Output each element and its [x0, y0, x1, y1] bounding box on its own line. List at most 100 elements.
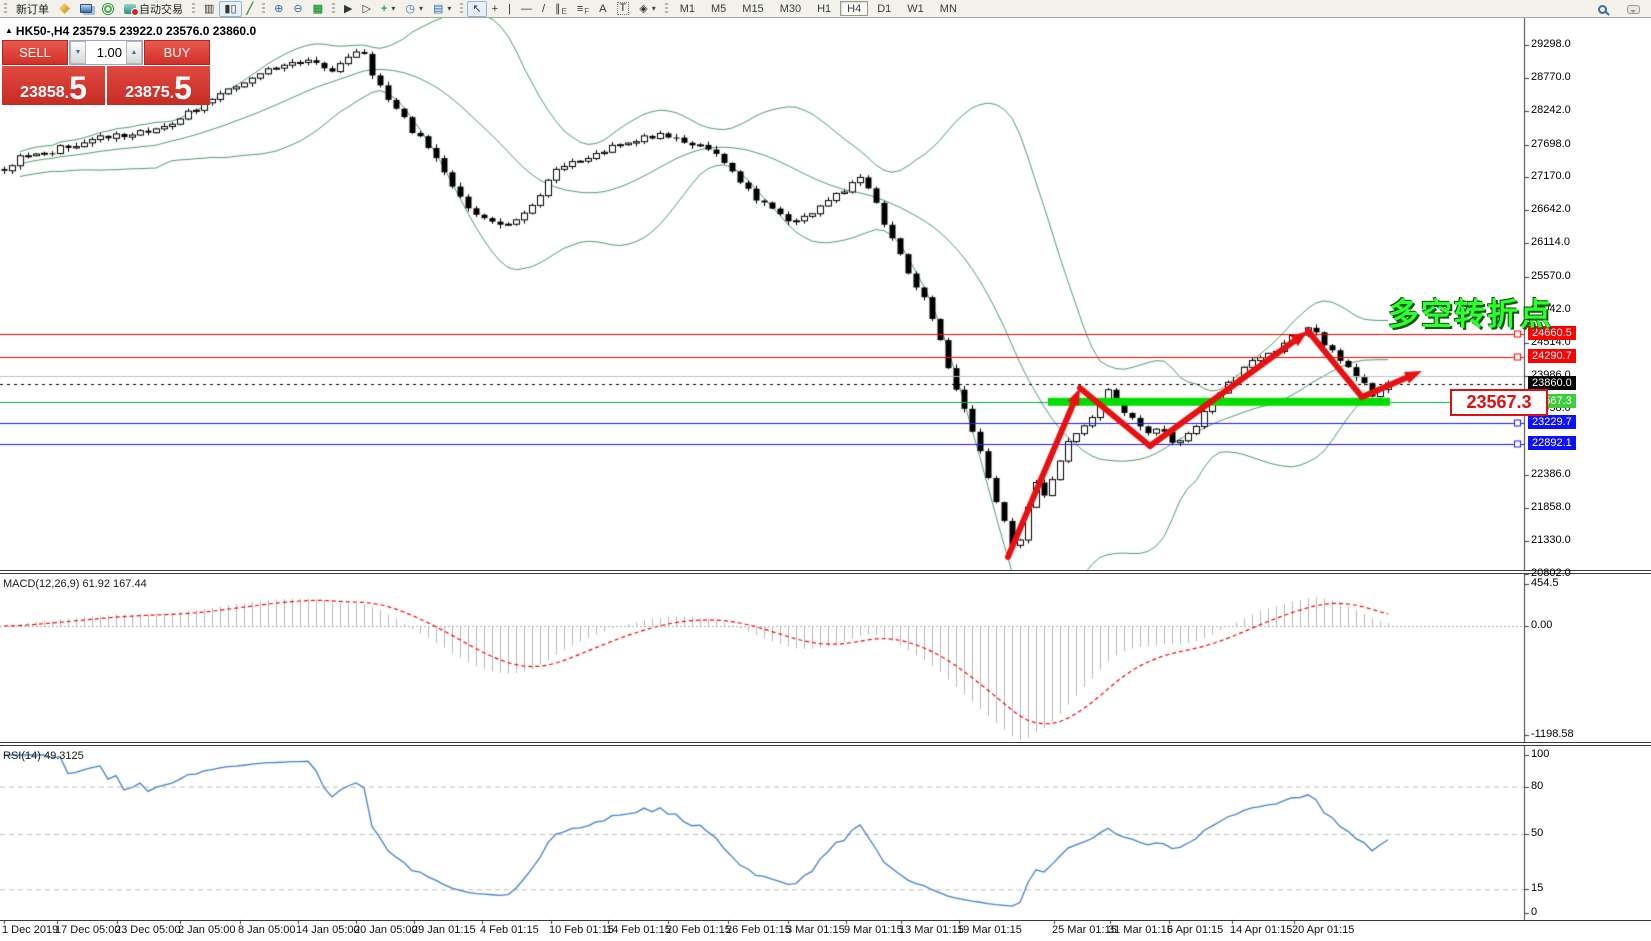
auto-scroll-button[interactable]: ▶ [339, 1, 357, 17]
timeframe-w1[interactable]: W1 [900, 1, 931, 16]
search-button[interactable] [1593, 1, 1612, 17]
volume-decrease-button[interactable]: ▼ [70, 41, 86, 64]
horizontal-line-button[interactable]: — [516, 1, 537, 17]
toolbar-group: ▥▮▯╱ [199, 0, 258, 17]
cursor-icon: ↖ [472, 2, 481, 16]
price-tick: 26642.0 [1531, 203, 1571, 215]
rsi-tick: 80 [1531, 780, 1543, 792]
macd-tick: -1198.58 [1531, 728, 1574, 740]
date-label: 31 Mar 01:15 [1108, 924, 1173, 936]
buy-price[interactable]: 23875.5 [107, 66, 210, 105]
toolbar-grip [192, 3, 195, 15]
chat-button[interactable] [1622, 1, 1645, 17]
chart-canvas[interactable] [0, 0, 1651, 941]
periods-button[interactable]: ◷▾ [400, 1, 428, 17]
rsi-tick: 15 [1531, 882, 1543, 894]
candlestick-chart-button[interactable]: ▮▯ [219, 1, 241, 17]
zoom-out-button[interactable]: ⊖ [288, 1, 307, 17]
volume-stepper[interactable]: ▼ 1.00 ▲ [69, 40, 143, 65]
date-label: 20 Apr 01:15 [1292, 924, 1354, 936]
chevron-down-icon[interactable]: ▾ [391, 4, 395, 13]
chart-shift-icon: ▷ [362, 2, 370, 16]
shapes-button[interactable]: ◈▾ [634, 1, 660, 17]
buy-price-int: 23875 [125, 83, 170, 103]
macd-rsi-separator[interactable] [0, 742, 1651, 746]
price-tick: 21330.0 [1531, 534, 1571, 546]
metaeditor-icon [59, 3, 70, 14]
toolbar-grip [665, 3, 668, 15]
autotrading-icon [124, 4, 136, 14]
autotrading-button-label: 自动交易 [139, 1, 183, 17]
annotation-text[interactable]: 多空转折点 [1388, 289, 1553, 334]
text-label-button[interactable]: T [612, 1, 635, 17]
tile-windows-icon: ▦ [313, 2, 323, 16]
timeframe-m30[interactable]: M30 [773, 1, 808, 16]
signals-button[interactable] [97, 1, 119, 17]
date-label: 6 Apr 01:15 [1167, 924, 1223, 936]
chevron-down-icon[interactable]: ▾ [652, 4, 656, 13]
timeframe-m5[interactable]: M5 [704, 1, 733, 16]
date-label: 17 Dec 05:00 [55, 924, 120, 936]
trendline-button[interactable]: / [537, 1, 550, 17]
templates-button[interactable]: ▤▾ [428, 1, 456, 17]
volume-value[interactable]: 1.00 [86, 41, 126, 64]
chevron-down-icon[interactable]: ▾ [419, 4, 423, 13]
date-label: 9 Mar 01:15 [844, 924, 903, 936]
timeframe-m15[interactable]: M15 [735, 1, 770, 16]
sell-price[interactable]: 23858.5 [2, 66, 105, 105]
text-button[interactable]: A [594, 1, 611, 17]
buy-price-frac: 5 [174, 73, 192, 103]
line-chart-button[interactable]: ╱ [242, 1, 259, 17]
macd-tick: 0.00 [1531, 619, 1552, 631]
crosshair-button[interactable]: + [487, 1, 503, 17]
autotrading-button[interactable]: 自动交易 [119, 1, 188, 17]
market-watch-button[interactable] [75, 1, 97, 17]
toolbar-right [1593, 1, 1645, 17]
timeframe-h1[interactable]: H1 [810, 1, 838, 16]
bar-chart-button[interactable]: ▥ [199, 1, 219, 17]
timeframe-d1[interactable]: D1 [870, 1, 898, 16]
sell-button[interactable]: SELL [2, 40, 68, 65]
timeframe-group: M1M5M15M30H1H4D1W1MN [672, 0, 965, 17]
zoom-in-button[interactable]: ⊕ [269, 1, 288, 17]
one-click-trade-panel: SELL ▼ 1.00 ▲ BUY 23858.5 23875.5 [2, 40, 210, 105]
add-indicator-icon: + [381, 2, 387, 16]
tile-windows-button[interactable]: ▦ [308, 1, 328, 17]
timeframe-h4[interactable]: H4 [840, 1, 868, 16]
vertical-line-button[interactable]: | [503, 1, 516, 17]
sell-price-frac: 5 [69, 73, 87, 103]
date-label: 3 Mar 01:15 [786, 924, 845, 936]
date-label: 20 Jan 05:00 [354, 924, 418, 936]
chevron-down-icon[interactable]: ▾ [447, 4, 451, 13]
date-label: 1 Dec 2019 [2, 924, 58, 936]
text-icon: A [599, 2, 606, 16]
date-label: 19 Mar 01:15 [957, 924, 1022, 936]
price-tick: 29298.0 [1531, 38, 1571, 50]
cursor-button[interactable]: ↖ [467, 1, 486, 17]
volume-increase-button[interactable]: ▲ [126, 41, 142, 64]
channel-button[interactable]: ∥E [550, 1, 572, 17]
main-macd-separator[interactable] [0, 570, 1651, 574]
buy-button[interactable]: BUY [144, 40, 210, 65]
price-callout-label[interactable]: 23567.3 [1450, 389, 1548, 416]
metaeditor-button[interactable] [54, 1, 75, 17]
collapse-triangle-icon[interactable]: ▲ [5, 26, 13, 35]
chart-shift-button[interactable]: ▷ [357, 1, 375, 17]
toolbar-grip [262, 3, 265, 15]
date-label: 4 Feb 01:15 [480, 924, 539, 936]
new-order-button[interactable]: 新订单 [11, 1, 54, 17]
rsi-tick: 50 [1531, 827, 1543, 839]
horizontal-line-icon: — [521, 2, 532, 16]
timeframe-mn[interactable]: MN [933, 1, 964, 16]
add-indicator-button[interactable]: +▾ [376, 1, 400, 17]
date-label: 2 Jan 05:00 [178, 924, 236, 936]
price-tick: 27170.0 [1531, 170, 1571, 182]
search-icon [1598, 5, 1607, 14]
subscript-label: F [584, 7, 589, 16]
zoom-out-icon: ⊖ [293, 2, 302, 16]
timeframe-m1[interactable]: M1 [673, 1, 702, 16]
channel-icon: ∥ [555, 2, 561, 16]
fibonacci-button[interactable]: ≡F [572, 1, 594, 17]
toolbar-group: ↖ +| — /∥E≡F AT◈▾ [467, 0, 660, 17]
price-tick: 27698.0 [1531, 138, 1571, 150]
